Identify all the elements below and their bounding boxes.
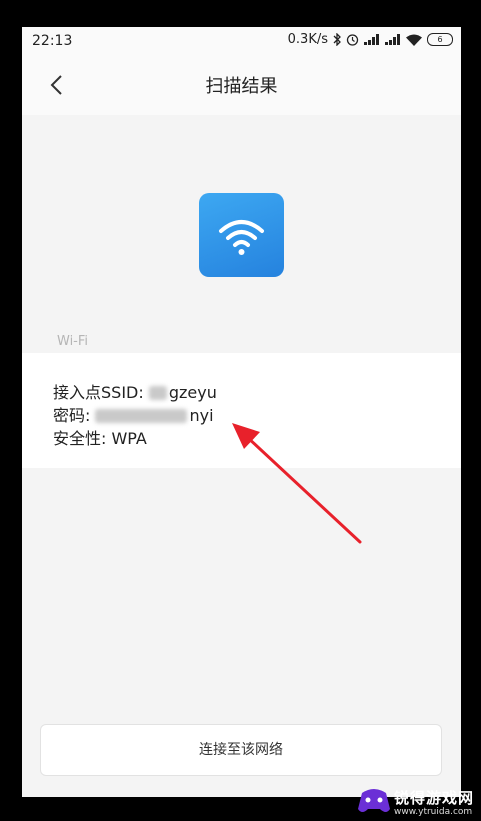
red-arrow-annotation xyxy=(232,423,362,544)
gamepad-icon xyxy=(358,789,390,812)
watermark-url: www.ytruida.com xyxy=(394,807,473,817)
watermark-brand: 锐得游戏网 xyxy=(394,789,475,807)
watermark-logo: 锐得游戏网 www.ytruida.com xyxy=(354,781,478,821)
